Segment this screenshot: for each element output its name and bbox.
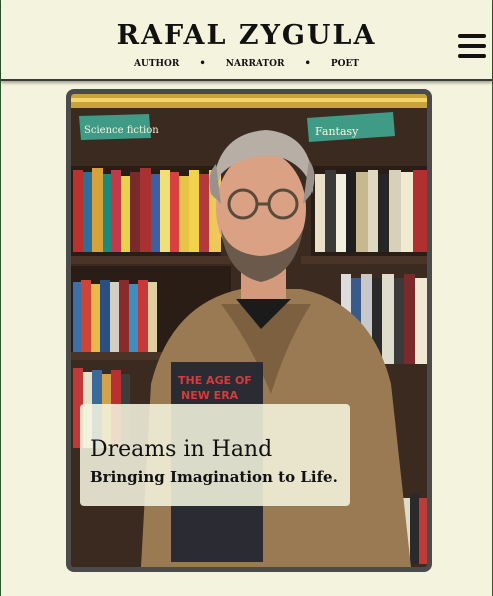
tagline-author: AUTHOR [133,58,180,69]
hamburger-bar [458,54,486,58]
tagline-poet: POET [330,58,360,69]
site-title[interactable]: RAFAL ZYGULA [1,20,492,51]
shelf-sign-left: Science fiction [79,114,159,140]
tagline-narrator: NARRATOR [225,58,285,69]
svg-text:Fantasy: Fantasy [315,125,359,138]
hero-caption: Dreams in Hand Bringing Imagination to L… [80,404,350,506]
svg-text:NEW ERA: NEW ERA [181,389,239,402]
hero-image-card: Science fiction Fantasy THE AGE OF NEW E… [66,89,432,572]
hamburger-bar [458,34,486,38]
hero-subtitle: Bringing Imagination to Life. [90,468,338,486]
hero-title: Dreams in Hand [90,437,273,462]
books-left-upper [71,166,221,256]
site-header: RAFAL ZYGULA AUTHOR • NARRATOR • POET [1,0,492,81]
tagline: AUTHOR • NARRATOR • POET [1,58,492,69]
hamburger-menu-icon[interactable] [458,34,486,59]
svg-text:Science fiction: Science fiction [84,125,159,136]
books-right-upper [311,166,427,256]
hamburger-bar [458,44,486,48]
svg-text:THE AGE OF: THE AGE OF [178,374,252,387]
